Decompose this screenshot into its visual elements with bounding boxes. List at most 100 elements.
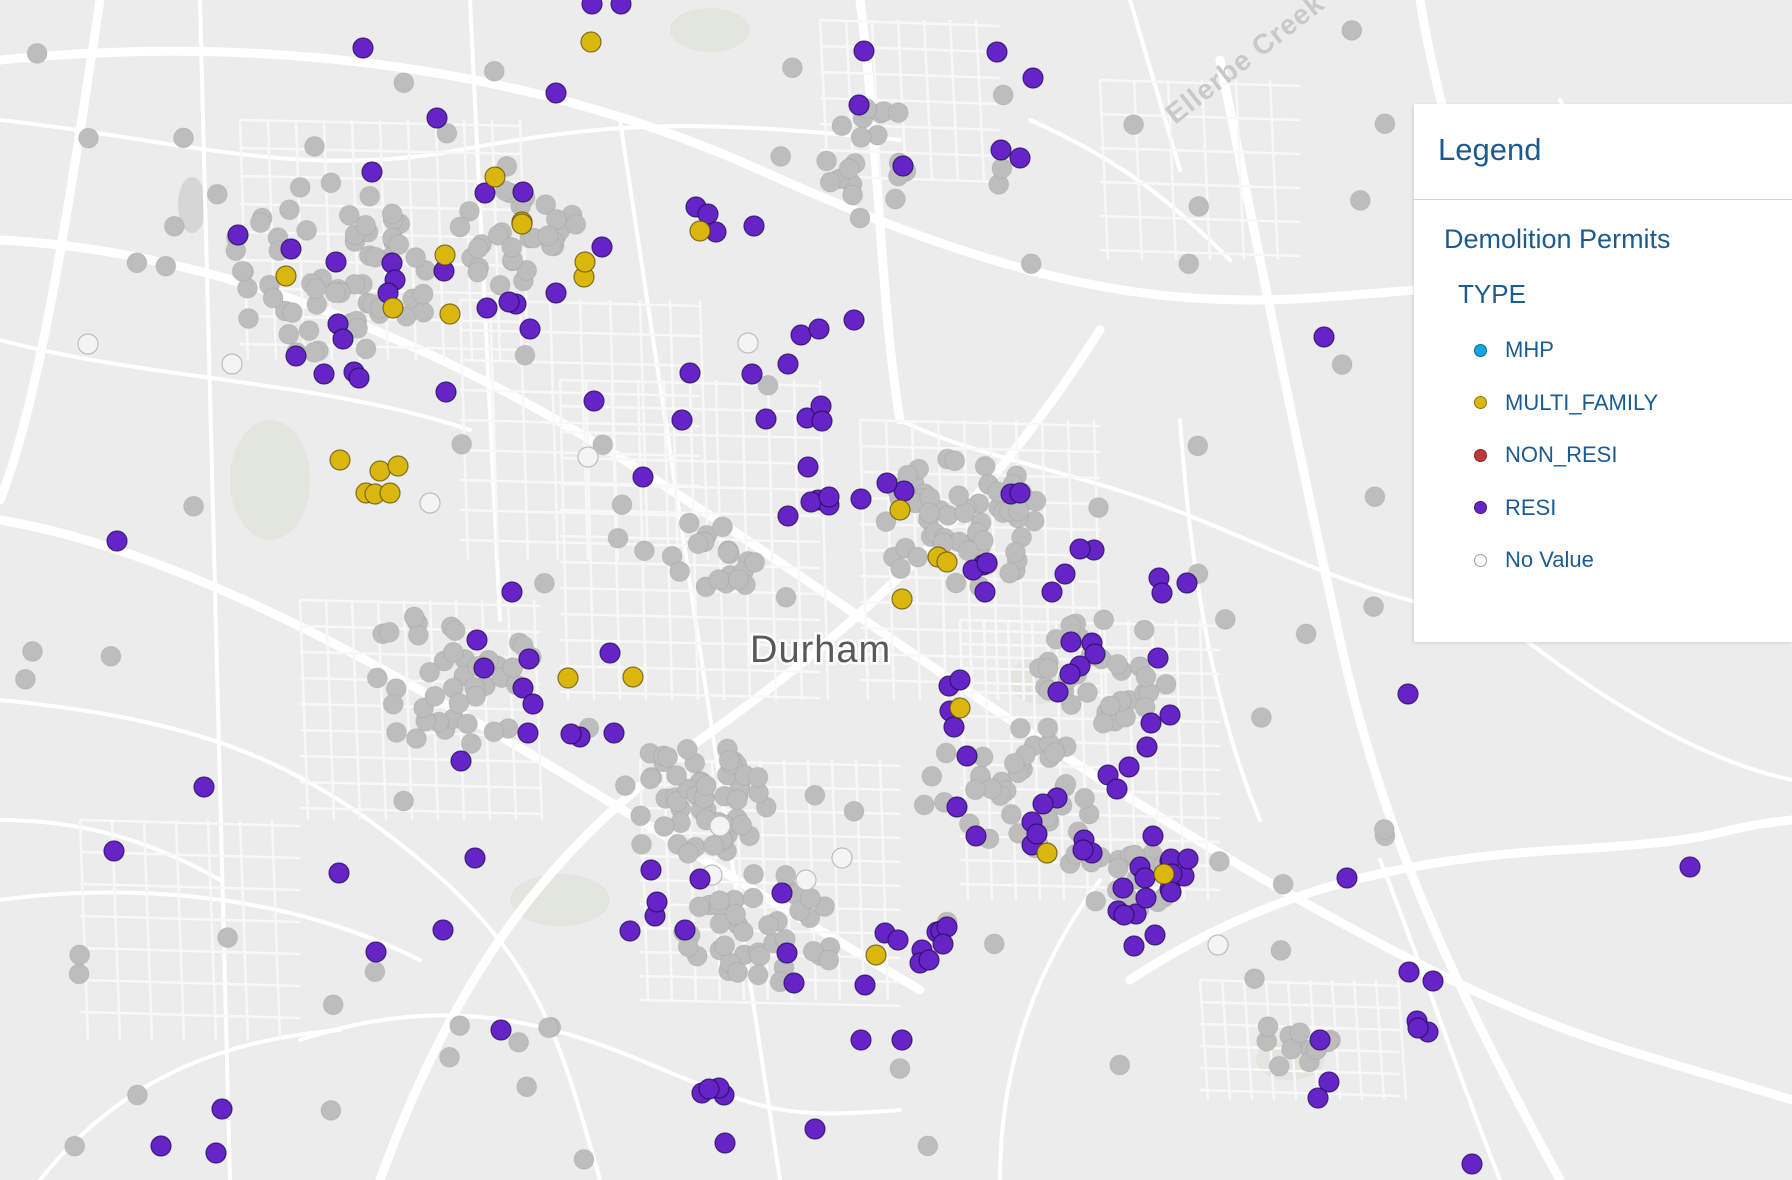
resi-permit-point[interactable] [671, 409, 693, 431]
multi-family-permit-point[interactable] [387, 455, 409, 477]
no-value-permit-point[interactable] [918, 502, 940, 524]
resi-permit-point[interactable] [804, 1118, 826, 1140]
no-value-permit-point[interactable] [126, 252, 148, 274]
no-value-permit-point[interactable] [281, 301, 303, 324]
resi-permit-point[interactable] [974, 581, 996, 603]
multi-family-permit-point[interactable] [382, 297, 404, 319]
resi-permit-point[interactable] [891, 1029, 913, 1051]
no-value-permit-point[interactable] [451, 433, 473, 455]
no-value-permit-point[interactable] [378, 621, 400, 643]
resi-permit-point[interactable] [432, 919, 454, 941]
no-value-permit-point[interactable] [747, 766, 769, 788]
no-value-permit-point[interactable] [393, 72, 415, 94]
no-value-permit-point[interactable] [405, 727, 427, 750]
no-value-permit-point[interactable] [565, 213, 587, 235]
no-value-permit-point[interactable] [731, 814, 753, 836]
no-value-permit-point[interactable] [320, 172, 342, 194]
no-value-permit-point[interactable] [727, 569, 750, 591]
resi-permit-point[interactable] [610, 0, 632, 15]
no-value-permit-point[interactable] [708, 568, 730, 591]
no-value-permit-point[interactable] [841, 184, 864, 206]
no-value-permit-point[interactable] [1037, 717, 1059, 739]
resi-permit-point[interactable] [850, 488, 872, 510]
resi-permit-point[interactable] [1397, 683, 1419, 705]
no-value-permit-point[interactable] [1289, 1021, 1311, 1044]
resi-permit-point[interactable] [843, 309, 865, 331]
resi-permit-point[interactable] [560, 723, 582, 745]
resi-permit-point[interactable] [1112, 877, 1134, 899]
no-value-permit-point[interactable] [444, 619, 466, 642]
no-value-permit-point[interactable] [1187, 435, 1209, 457]
no-value-permit-point[interactable] [657, 746, 679, 768]
resi-permit-point[interactable] [714, 1132, 736, 1154]
resi-permit-point[interactable] [1054, 563, 1076, 585]
no-value-permit-point[interactable] [1085, 890, 1107, 912]
no-value-permit-point[interactable] [717, 541, 739, 563]
no-value-permit-point[interactable] [303, 135, 326, 157]
resi-permit-point[interactable] [811, 410, 833, 432]
multi-family-permit-point[interactable] [1036, 842, 1058, 864]
no-value-permit-point[interactable] [1341, 19, 1363, 41]
resi-permit-point[interactable] [679, 362, 701, 384]
multi-family-permit-point[interactable] [557, 667, 579, 689]
resi-permit-point[interactable] [1336, 867, 1358, 889]
resi-permit-point[interactable] [632, 466, 654, 488]
resi-permit-point[interactable] [1140, 712, 1162, 734]
no-value-permit-point[interactable] [742, 863, 765, 885]
no-value-permit-point[interactable] [1364, 486, 1386, 508]
no-value-permit-point[interactable] [338, 204, 360, 226]
resi-permit-point[interactable] [777, 353, 799, 375]
no-value-permit-point[interactable] [614, 774, 636, 797]
resi-permit-point[interactable] [646, 891, 668, 913]
resi-permit-point[interactable] [1142, 825, 1164, 847]
no-value-permit-point[interactable] [724, 903, 747, 926]
no-value-permit-point[interactable] [68, 944, 91, 966]
resi-permit-point[interactable] [771, 882, 793, 904]
no-value-permit-point[interactable] [262, 287, 284, 309]
no-value-permit-point[interactable] [677, 842, 699, 865]
resi-permit-point[interactable] [1032, 793, 1054, 815]
no-value-permit-point[interactable] [1208, 850, 1231, 873]
no-value-permit-point[interactable] [1109, 1054, 1131, 1076]
resi-permit-point[interactable] [876, 472, 898, 494]
resi-permit-point[interactable] [976, 552, 998, 574]
no-value-permit-point[interactable] [507, 1031, 530, 1053]
no-value-permit-point[interactable] [155, 255, 177, 277]
no-value-permit-point[interactable] [887, 101, 909, 124]
no-value-permit-point[interactable] [1093, 609, 1115, 631]
resi-permit-point[interactable] [892, 155, 914, 177]
no-value-permit-point[interactable] [831, 115, 853, 137]
no-value-permit-point[interactable] [217, 926, 239, 949]
resi-permit-point[interactable] [790, 324, 812, 346]
no-value-permit-point[interactable] [935, 742, 957, 764]
resi-permit-point[interactable] [743, 215, 765, 237]
no-value-permit-point[interactable] [382, 693, 404, 715]
no-value-permit-point[interactable] [775, 864, 797, 886]
no-value-permit-point[interactable] [126, 1084, 148, 1106]
no-value-permit-point[interactable] [355, 338, 377, 360]
multi-family-permit-point[interactable] [949, 697, 971, 719]
no-value-permit-point[interactable] [913, 794, 935, 816]
resi-permit-point[interactable] [965, 825, 987, 847]
resi-permit-point[interactable] [1147, 647, 1169, 669]
no-value-permit-point[interactable] [945, 572, 967, 594]
no-value-permit-point[interactable] [708, 889, 731, 912]
resi-permit-point[interactable] [848, 94, 870, 116]
resi-permit-point[interactable] [1177, 848, 1199, 870]
no-value-permit-point[interactable] [944, 450, 966, 472]
no-value-permit-point[interactable] [781, 57, 804, 79]
no-value-permit-point[interactable] [804, 784, 826, 806]
no-value-permit-point[interactable] [456, 713, 479, 735]
no-value-permit-point[interactable] [249, 212, 271, 234]
no-value-permit-point[interactable] [629, 805, 652, 827]
multi-family-permit-point[interactable] [865, 944, 887, 966]
resi-permit-point[interactable] [943, 716, 965, 738]
resi-permit-point[interactable] [755, 408, 777, 430]
no-value-permit-point[interactable] [1362, 595, 1385, 618]
no-value-permit-point[interactable] [1268, 1055, 1290, 1077]
no-value-permit-point[interactable] [381, 203, 403, 225]
no-value-permit-point[interactable] [709, 815, 731, 837]
resi-permit-point[interactable] [818, 486, 840, 508]
resi-permit-point[interactable] [674, 919, 696, 941]
resi-permit-point[interactable] [473, 657, 495, 679]
